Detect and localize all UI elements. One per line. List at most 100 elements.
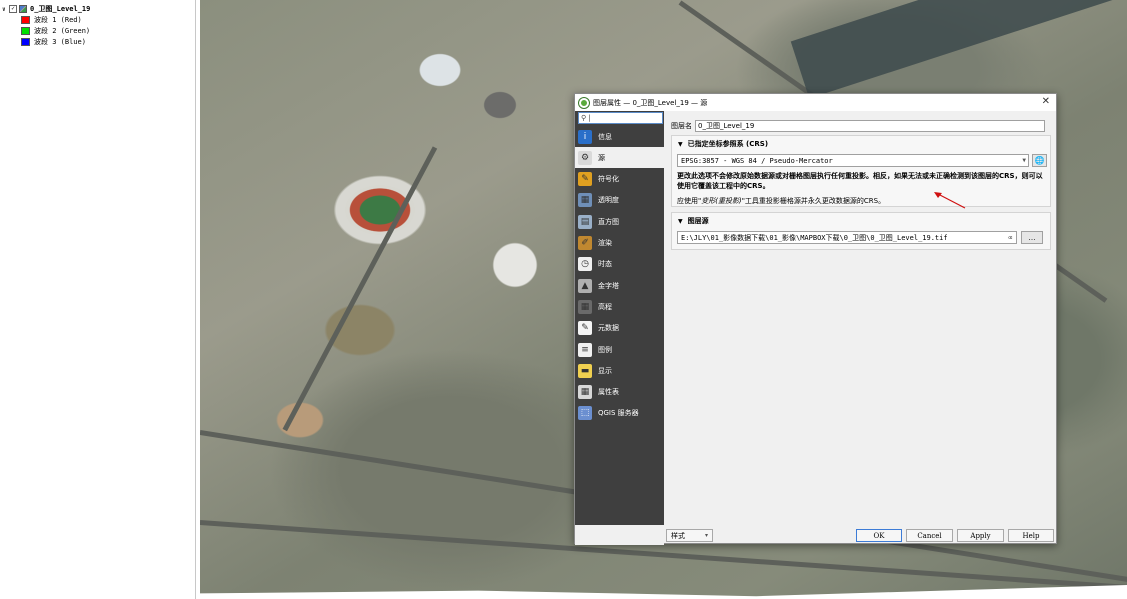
temporal-icon: ◷ <box>578 257 592 272</box>
sidebar-item-display[interactable]: ▬ 显示 <box>575 360 664 381</box>
raster-layer-icon <box>19 5 27 13</box>
crs-selector-button[interactable]: 🌐 <box>1032 154 1047 167</box>
cancel-button[interactable]: Cancel <box>906 529 953 542</box>
crs-value: EPSG:3857 - WGS 84 / Pseudo-Mercator <box>681 156 833 165</box>
crs-select[interactable]: EPSG:3857 - WGS 84 / Pseudo-Mercator ▼ <box>677 154 1029 167</box>
qgis-logo-icon <box>579 97 589 108</box>
layer-visibility-checkbox[interactable]: ✓ <box>9 5 17 13</box>
layers-panel: ∨ ✓ 0_卫图_Level_19 波段 1 (Red) 波段 2 (Green… <box>0 0 196 599</box>
sidebar-item-label: 透明度 <box>598 196 619 205</box>
dialog-titlebar[interactable]: 图层属性 — 0_卫图_Level_19 — 源 ✕ <box>575 94 1056 111</box>
map-river <box>790 0 1127 99</box>
transparency-icon: ▦ <box>578 193 592 208</box>
search-icon: ⚲ <box>581 114 587 122</box>
layer-name-row: 图层名 0_卫图_Level_19 <box>671 120 1045 132</box>
legend-icon: ≡ <box>578 342 592 357</box>
style-menu-button[interactable]: 样式 ▾ <box>666 529 713 542</box>
help-button[interactable]: Help <box>1008 529 1054 542</box>
sidebar-item-rendering[interactable]: ✐ 渲染 <box>575 233 664 254</box>
sidebar-item-label: 信息 <box>598 132 612 141</box>
close-icon[interactable]: ✕ <box>1042 96 1050 107</box>
sidebar-item-elevation[interactable]: ▦ 高程 <box>575 296 664 317</box>
sidebar-search-input[interactable]: ⚲ | <box>578 112 663 124</box>
sidebar-item-temporal[interactable]: ◷ 时态 <box>575 254 664 275</box>
crs-group: ▼ 已指定坐标参照系 (CRS) EPSG:3857 - WGS 84 / Ps… <box>671 135 1051 209</box>
style-label: 样式 <box>671 531 685 540</box>
layer-source-path-input[interactable]: E:\JLY\01_影像数据下载\01_影像\MAPBOX下载\0_卫图\0_卫… <box>677 231 1017 244</box>
color-swatch-icon <box>21 38 30 46</box>
sidebar-item-label: QGIS 服务器 <box>598 409 639 418</box>
source-path: E:\JLY\01_影像数据下载\01_影像\MAPBOX下载\0_卫图\0_卫… <box>681 233 948 242</box>
crs-warning-text: 更改此选项不会修改原始数据源或对栅格图层执行任何重投影。相反，如果无法或未正确检… <box>677 172 1043 190</box>
note-prefix: 应使用" <box>677 197 702 205</box>
collapse-triangle-icon: ▼ <box>678 217 683 225</box>
chevron-down-icon[interactable]: ∨ <box>2 6 9 13</box>
band-item[interactable]: 波段 1 (Red) <box>21 15 82 25</box>
crs-group-header[interactable]: ▼ 已指定坐标参照系 (CRS) <box>678 139 768 149</box>
band-label: 波段 2 (Green) <box>34 27 91 35</box>
sidebar-item-label: 显示 <box>598 366 612 375</box>
band-item[interactable]: 波段 3 (Blue) <box>21 37 86 47</box>
sidebar-item-label: 高程 <box>598 302 612 311</box>
collapse-triangle-icon: ▼ <box>678 140 683 148</box>
crs-note: 应使用"变形(重投影)"工具重投影栅格源并永久更改数据源的CRS。 <box>677 196 885 206</box>
chevron-down-icon: ▼ <box>1022 157 1026 164</box>
color-swatch-icon <box>21 16 30 24</box>
band-item[interactable]: 波段 2 (Green) <box>21 26 90 36</box>
histogram-icon: ▤ <box>578 214 592 229</box>
map-edge <box>200 585 1127 599</box>
rendering-icon: ✐ <box>578 236 592 250</box>
browse-button[interactable]: … <box>1021 231 1043 244</box>
sidebar-item-label: 金字塔 <box>598 281 619 290</box>
crs-group-title: 已指定坐标参照系 (CRS) <box>687 140 769 148</box>
attribute-table-icon: ▦ <box>578 385 592 400</box>
sidebar-item-metadata[interactable]: ✎ 元数据 <box>575 318 664 339</box>
red-arrow-icon <box>934 192 966 209</box>
sidebar-item-qgis-server[interactable]: ⬚ QGIS 服务器 <box>575 403 664 424</box>
chevron-down-icon: ▾ <box>704 532 708 539</box>
qgis-server-icon: ⬚ <box>578 406 592 421</box>
color-swatch-icon <box>21 27 30 35</box>
sidebar-item-label: 渲染 <box>598 239 612 247</box>
sidebar-item-legend[interactable]: ≡ 图例 <box>575 339 664 360</box>
elevation-icon: ▦ <box>578 299 592 314</box>
layer-item-root[interactable]: ∨ ✓ 0_卫图_Level_19 <box>2 4 90 14</box>
source-group-header[interactable]: ▼ 图层源 <box>678 216 709 226</box>
sidebar-footer <box>575 525 664 545</box>
layer-name-input[interactable]: 0_卫图_Level_19 <box>695 120 1045 132</box>
band-label: 波段 1 (Red) <box>34 16 82 24</box>
sidebar-item-attribute-table[interactable]: ▦ 属性表 <box>575 382 664 403</box>
clear-icon[interactable]: ⌫ <box>1008 234 1012 242</box>
sidebar-item-symbology[interactable]: ✎ 符号化 <box>575 169 664 190</box>
info-icon: i <box>578 129 592 144</box>
sidebar-item-label: 元数据 <box>598 324 619 333</box>
ok-button[interactable]: OK <box>856 529 902 542</box>
sidebar-item-label: 符号化 <box>598 175 619 184</box>
dialog-title: 图层属性 — 0_卫图_Level_19 — 源 <box>593 98 708 107</box>
layer-properties-dialog: 图层属性 — 0_卫图_Level_19 — 源 ✕ ⚲ | i 信息 ⚙ 源 ✎ 符号化… <box>574 93 1057 545</box>
dialog-sidebar: ⚲ | i 信息 ⚙ 源 ✎ 符号化 ▦ 透明度 ▤ 直方图 ✐ 渲染 ◷ 时态 ▲ 金字塔 ▦ 高程 ✎ 元数据 ≡ 图… <box>575 111 664 545</box>
globe-icon: 🌐 <box>1034 156 1045 165</box>
sidebar-item-label: 时态 <box>598 260 612 269</box>
warp-tool-link[interactable]: 变形(重投影) <box>701 197 741 205</box>
source-icon: ⚙ <box>578 150 592 165</box>
sidebar-item-label: 直方图 <box>598 217 619 226</box>
sidebar-item-label: 属性表 <box>598 388 619 397</box>
layer-name: 0_卫图_Level_19 <box>30 5 91 13</box>
sidebar-item-label: 图例 <box>598 345 612 354</box>
layer-name-label: 图层名 <box>671 122 692 130</box>
display-icon: ▬ <box>578 363 592 378</box>
source-group-title: 图层源 <box>687 217 709 225</box>
pyramids-icon: ▲ <box>578 278 592 293</box>
sidebar-item-label: 源 <box>598 153 605 162</box>
sidebar-item-transparency[interactable]: ▦ 透明度 <box>575 190 664 211</box>
band-label: 波段 3 (Blue) <box>34 38 86 46</box>
sidebar-item-histogram[interactable]: ▤ 直方图 <box>575 211 664 232</box>
note-suffix: "工具重投影栅格源并永久更改数据源的CRS。 <box>741 197 886 205</box>
sidebar-item-source[interactable]: ⚙ 源 <box>575 147 664 169</box>
layer-source-group: ▼ 图层源 E:\JLY\01_影像数据下载\01_影像\MAPBOX下载\0_… <box>671 212 1051 250</box>
sidebar-item-info[interactable]: i 信息 <box>575 126 664 147</box>
metadata-icon: ✎ <box>578 321 592 336</box>
sidebar-item-pyramids[interactable]: ▲ 金字塔 <box>575 275 664 296</box>
apply-button[interactable]: Apply <box>957 529 1004 542</box>
